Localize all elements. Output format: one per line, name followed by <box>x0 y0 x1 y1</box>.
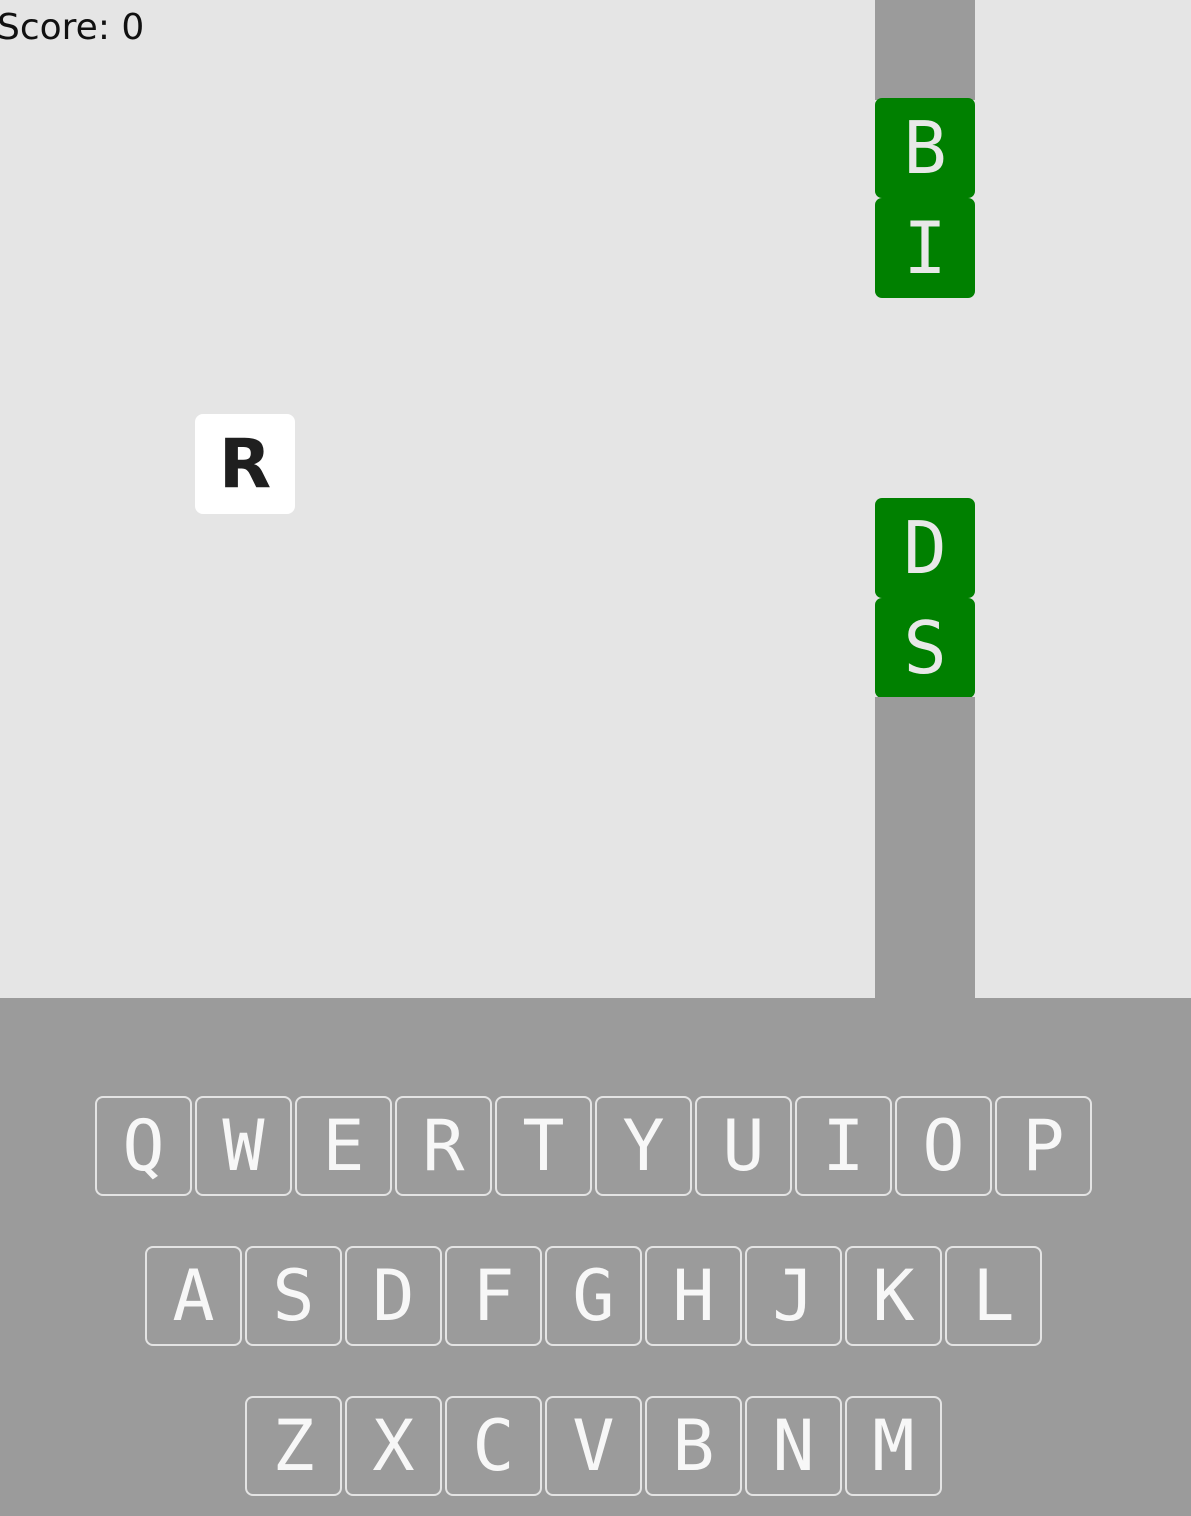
key-o[interactable]: O <box>895 1096 992 1196</box>
on-screen-keyboard: Q W E R T Y U I O P A S D F G H J K L Z … <box>0 998 1191 1516</box>
score-value: 0 <box>121 7 145 48</box>
key-l[interactable]: L <box>945 1246 1042 1346</box>
player-letter-tile: R <box>195 414 295 514</box>
key-p[interactable]: P <box>995 1096 1092 1196</box>
key-h[interactable]: H <box>645 1246 742 1346</box>
keyboard-row-1: Q W E R T Y U I O P <box>0 1096 1191 1198</box>
key-y[interactable]: Y <box>595 1096 692 1196</box>
key-s[interactable]: S <box>245 1246 342 1346</box>
key-e[interactable]: E <box>295 1096 392 1196</box>
letter-block: I <box>875 198 975 298</box>
key-r[interactable]: R <box>395 1096 492 1196</box>
key-t[interactable]: T <box>495 1096 592 1196</box>
score-display: Score: 0 <box>0 6 144 50</box>
pipe-bottom <box>875 697 975 998</box>
key-b[interactable]: B <box>645 1396 742 1496</box>
letter-block: D <box>875 498 975 598</box>
key-v[interactable]: V <box>545 1396 642 1496</box>
key-u[interactable]: U <box>695 1096 792 1196</box>
score-label: Score: <box>0 7 110 48</box>
key-n[interactable]: N <box>745 1396 842 1496</box>
game-play-area: Score: 0 B I D S R <box>0 0 1191 998</box>
letter-block: B <box>875 98 975 198</box>
letter-block: S <box>875 598 975 698</box>
key-i[interactable]: I <box>795 1096 892 1196</box>
keyboard-row-3: Z X C V B N M <box>0 1396 1191 1498</box>
key-k[interactable]: K <box>845 1246 942 1346</box>
key-m[interactable]: M <box>845 1396 942 1496</box>
pipe-top <box>875 0 975 100</box>
key-q[interactable]: Q <box>95 1096 192 1196</box>
key-g[interactable]: G <box>545 1246 642 1346</box>
key-x[interactable]: X <box>345 1396 442 1496</box>
key-a[interactable]: A <box>145 1246 242 1346</box>
key-f[interactable]: F <box>445 1246 542 1346</box>
key-d[interactable]: D <box>345 1246 442 1346</box>
key-w[interactable]: W <box>195 1096 292 1196</box>
key-c[interactable]: C <box>445 1396 542 1496</box>
keyboard-row-2: A S D F G H J K L <box>0 1246 1191 1348</box>
key-z[interactable]: Z <box>245 1396 342 1496</box>
key-j[interactable]: J <box>745 1246 842 1346</box>
